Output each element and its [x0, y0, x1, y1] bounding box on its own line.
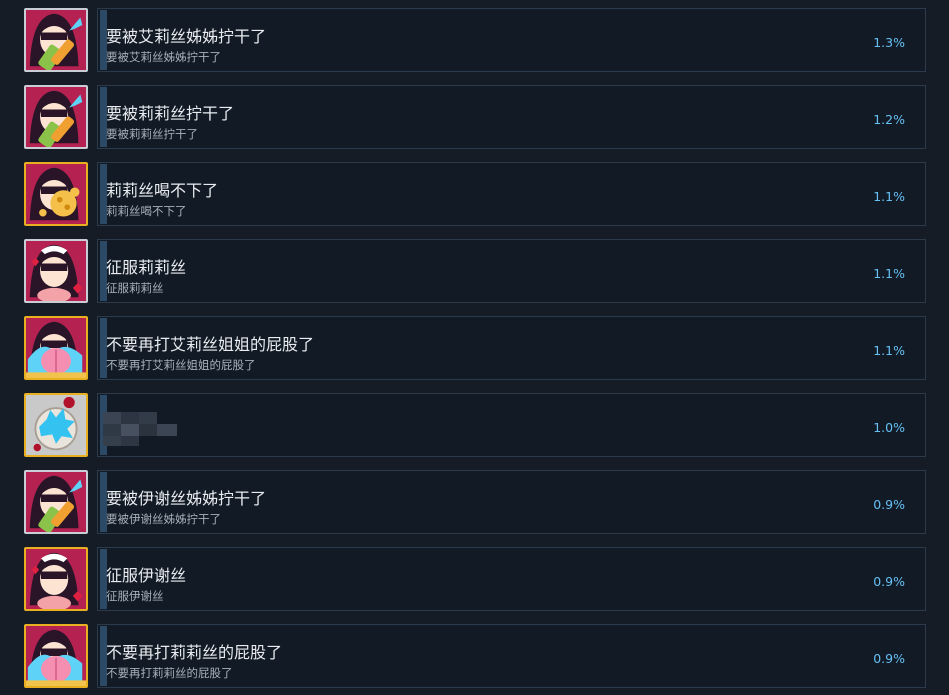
achievement-description: 莉莉丝喝不下了: [106, 204, 187, 218]
achievement-description: 不要再打艾莉丝姐姐的屁股了: [106, 358, 256, 372]
achievement-title: 莉莉丝喝不下了: [106, 181, 219, 200]
achievement-unlock-percent: 0.9%: [873, 497, 905, 512]
achievement-row[interactable]: 征服伊谢丝 征服伊谢丝 0.9%: [0, 547, 949, 613]
achievement-unlock-percent: 0.9%: [873, 574, 905, 589]
achievement-unlock-percent: 1.2%: [873, 112, 905, 127]
achievement-unlock-percent: 1.1%: [873, 266, 905, 281]
achievement-card: 要被伊谢丝姊姊拧干了 要被伊谢丝姊姊拧干了 0.9%: [97, 470, 926, 534]
achievement-card: 征服伊谢丝 征服伊谢丝 0.9%: [97, 547, 926, 611]
achievement-row[interactable]: 要被艾莉丝姊姊拧干了 要被艾莉丝姊姊拧干了 1.3%: [0, 8, 949, 74]
achievement-card: 不要再打莉莉丝的屁股了 不要再打莉莉丝的屁股了 0.9%: [97, 624, 926, 688]
achievement-card: 征服莉莉丝 征服莉莉丝 1.1%: [97, 239, 926, 303]
achievement-row[interactable]: 1.0%: [0, 393, 949, 459]
girl-with-lotion-icon: [24, 85, 88, 149]
achievement-card: 不要再打艾莉丝姐姐的屁股了 不要再打艾莉丝姐姐的屁股了 1.1%: [97, 316, 926, 380]
splash-plate-icon: [24, 393, 88, 457]
girl-with-peach-icon: [24, 624, 88, 688]
achievement-title: 要被莉莉丝拧干了: [106, 104, 235, 123]
achievement-card: 莉莉丝喝不下了 莉莉丝喝不下了 1.1%: [97, 162, 926, 226]
achievement-unlock-percent: 1.1%: [873, 343, 905, 358]
achievement-description: 要被伊谢丝姊姊拧干了: [106, 512, 221, 526]
achievement-card: 要被艾莉丝姊姊拧干了 要被艾莉丝姊姊拧干了 1.3%: [97, 8, 926, 72]
achievement-row[interactable]: 不要再打艾莉丝姐姐的屁股了 不要再打艾莉丝姐姐的屁股了 1.1%: [0, 316, 949, 382]
achievement-card: 1.0%: [97, 393, 926, 457]
achievement-unlock-percent: 0.9%: [873, 651, 905, 666]
achievement-description: 要被艾莉丝姊姊拧干了: [106, 50, 221, 64]
achievement-row[interactable]: 征服莉莉丝 征服莉莉丝 1.1%: [0, 239, 949, 305]
achievement-description: 不要再打莉莉丝的屁股了: [106, 666, 233, 680]
maid-girl-hearts-icon: [24, 547, 88, 611]
girl-with-lotion-icon: [24, 8, 88, 72]
maid-girl-hearts-icon: [24, 239, 88, 303]
achievement-description: 征服莉莉丝: [106, 281, 164, 295]
girl-with-peach-icon: [24, 316, 88, 380]
achievement-title: 不要再打艾莉丝姐姐的屁股了: [106, 335, 315, 354]
achievement-row[interactable]: 不要再打莉莉丝的屁股了 不要再打莉莉丝的屁股了 0.9%: [0, 624, 949, 690]
achievement-title: 要被伊谢丝姊姊拧干了: [106, 489, 267, 508]
girl-with-splash-icon: [24, 162, 88, 226]
achievement-title: 征服莉莉丝: [106, 258, 187, 277]
hidden-achievement-blur: [103, 412, 177, 446]
achievement-row[interactable]: 要被莉莉丝拧干了 要被莉莉丝拧干了 1.2%: [0, 85, 949, 151]
achievement-description: 征服伊谢丝: [106, 589, 164, 603]
achievement-row[interactable]: 要被伊谢丝姊姊拧干了 要被伊谢丝姊姊拧干了 0.9%: [0, 470, 949, 536]
achievement-card: 要被莉莉丝拧干了 要被莉莉丝拧干了 1.2%: [97, 85, 926, 149]
achievement-list: 要被艾莉丝姊姊拧干了 要被艾莉丝姊姊拧干了 1.3% 要被莉莉丝拧干了 要被莉莉丝拧干…: [0, 0, 949, 695]
achievement-unlock-percent: 1.0%: [873, 420, 905, 435]
achievement-title: 征服伊谢丝: [106, 566, 187, 585]
achievement-title: 不要再打莉莉丝的屁股了: [106, 643, 283, 662]
achievement-row[interactable]: 莉莉丝喝不下了 莉莉丝喝不下了 1.1%: [0, 162, 949, 228]
achievement-unlock-percent: 1.1%: [873, 189, 905, 204]
achievement-title: 要被艾莉丝姊姊拧干了: [106, 27, 267, 46]
girl-with-lotion-icon: [24, 470, 88, 534]
achievement-unlock-percent: 1.3%: [873, 35, 905, 50]
achievement-description: 要被莉莉丝拧干了: [106, 127, 198, 141]
